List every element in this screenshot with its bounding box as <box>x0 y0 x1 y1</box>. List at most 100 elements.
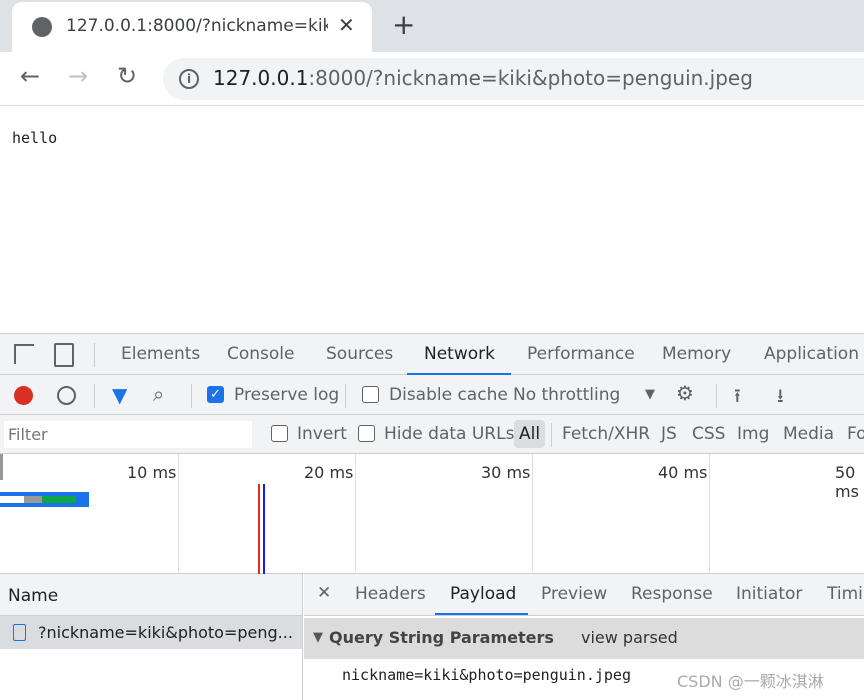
globe-icon <box>32 17 52 37</box>
bar-waiting <box>42 496 76 503</box>
tab-strip: 127.0.0.1:8000/?nickname=kiki&photo=peng… <box>0 0 864 52</box>
tab-initiator[interactable]: Initiator <box>736 584 802 604</box>
url-path: :8000/?nickname=kiki&photo=penguin.jpeg <box>308 66 753 90</box>
clear-icon[interactable] <box>57 386 76 405</box>
type-filter-font[interactable]: Fo <box>847 424 864 444</box>
preserve-log-checkbox[interactable]: ✓ <box>207 386 224 403</box>
divider <box>94 384 95 408</box>
tab-network[interactable]: Network <box>424 344 495 364</box>
divider <box>716 384 717 408</box>
name-header-label: Name <box>8 586 59 606</box>
divider <box>345 384 346 408</box>
invert-checkbox[interactable] <box>271 425 288 442</box>
filter-bar: Invert Hide data URLs All Fetch/XHR JS C… <box>0 415 864 454</box>
tick-label: 10 ms <box>127 463 177 482</box>
invert-label: Invert <box>297 424 347 444</box>
details-tabs: ✕ Headers Payload Preview Response Initi… <box>304 574 864 616</box>
type-filter-img[interactable]: Img <box>737 424 769 444</box>
type-filter-fetch-xhr[interactable]: Fetch/XHR <box>562 424 650 444</box>
view-parsed-toggle[interactable]: view parsed <box>581 628 678 647</box>
tab-elements[interactable]: Elements <box>121 344 200 364</box>
query-string-section-header[interactable]: ▼ Query String Parameters view parsed <box>304 618 864 659</box>
network-toolbar: ▼ ⌕ ✓ Preserve log Disable cache No thro… <box>0 375 864 415</box>
back-button[interactable]: ← <box>20 62 40 90</box>
triangle-down-icon: ▼ <box>313 630 323 645</box>
tick-label: 40 ms <box>658 463 708 482</box>
info-icon[interactable]: i <box>179 69 199 89</box>
inspect-element-icon[interactable] <box>14 344 34 364</box>
close-tab-icon[interactable]: ✕ <box>338 13 355 37</box>
request-row[interactable]: ?nickname=kiki&photo=peng... <box>0 616 302 649</box>
request-list: Name ?nickname=kiki&photo=peng... <box>0 574 303 700</box>
devtools-tabs: Elements Console Sources Network Perform… <box>0 334 864 375</box>
tab-performance[interactable]: Performance <box>527 344 635 364</box>
throttling-select[interactable]: No throttling <box>513 385 620 405</box>
tab-timing[interactable]: Timi <box>827 584 863 604</box>
device-toolbar-icon[interactable] <box>54 343 74 367</box>
name-column-header[interactable]: Name <box>0 574 302 616</box>
divider <box>191 384 192 408</box>
load-event-line <box>258 484 260 574</box>
filter-icon[interactable]: ▼ <box>112 383 127 407</box>
request-name: ?nickname=kiki&photo=peng... <box>38 623 293 642</box>
tab-title: 127.0.0.1:8000/?nickname=kiki&photo=peng… <box>66 16 328 36</box>
disable-cache-label: Disable cache <box>389 385 508 405</box>
active-tab-indicator <box>435 613 528 615</box>
search-icon[interactable]: ⌕ <box>153 382 164 406</box>
domcontentloaded-line <box>263 484 265 574</box>
tick-label: 50 ms <box>835 463 859 501</box>
type-filter-js[interactable]: JS <box>661 424 677 444</box>
tick-label: 30 ms <box>481 463 531 482</box>
request-bar <box>0 492 89 507</box>
network-overview[interactable]: 10 ms 20 ms 30 ms 40 ms 50 ms <box>0 454 864 574</box>
tick-label: 20 ms <box>304 463 354 482</box>
type-filter-css[interactable]: CSS <box>692 424 725 444</box>
bar-queue <box>0 496 24 503</box>
preserve-log-label: Preserve log <box>234 385 340 405</box>
forward-button[interactable]: → <box>68 62 88 90</box>
grid-line <box>355 454 356 574</box>
tab-preview[interactable]: Preview <box>541 584 607 604</box>
query-string-value: nickname=kiki&photo=penguin.jpeg <box>342 666 631 684</box>
chevron-down-icon[interactable]: ▼ <box>645 387 655 402</box>
address-bar[interactable]: i 127.0.0.1:8000/?nickname=kiki&photo=pe… <box>163 58 864 100</box>
filter-input[interactable] <box>4 421 252 448</box>
devtools-panel: Elements Console Sources Network Perform… <box>0 333 864 700</box>
tab-sources[interactable]: Sources <box>326 344 393 364</box>
navigation-bar: ← → ↻ i 127.0.0.1:8000/?nickname=kiki&ph… <box>0 52 864 106</box>
upload-icon[interactable]: ⭱ <box>734 382 741 414</box>
tab-response[interactable]: Response <box>631 584 713 604</box>
network-conditions-icon[interactable]: ⚙ <box>676 381 694 405</box>
close-details-icon[interactable]: ✕ <box>317 583 331 603</box>
grid-line <box>178 454 179 574</box>
tab-memory[interactable]: Memory <box>662 344 731 364</box>
divider <box>551 423 552 447</box>
request-details: ✕ Headers Payload Preview Response Initi… <box>304 574 864 700</box>
new-tab-button[interactable]: + <box>392 8 415 41</box>
tab-application[interactable]: Application <box>764 344 859 364</box>
divider <box>94 343 95 367</box>
download-icon[interactable]: ⭳ <box>777 382 784 414</box>
disable-cache-checkbox[interactable] <box>362 386 379 403</box>
type-filter-all[interactable]: All <box>514 420 546 448</box>
watermark: CSDN @一颗冰淇淋 <box>677 672 824 691</box>
grid-line <box>532 454 533 574</box>
page-text: hello <box>12 129 58 147</box>
hide-data-urls-label: Hide data URLs <box>384 424 515 444</box>
document-icon <box>13 624 26 641</box>
hide-data-urls-checkbox[interactable] <box>358 425 375 442</box>
tab-payload[interactable]: Payload <box>450 584 516 604</box>
overview-handle[interactable] <box>0 454 3 480</box>
url-host: 127.0.0.1 <box>213 66 309 90</box>
bar-stalled <box>24 496 42 503</box>
tab-console[interactable]: Console <box>227 344 295 364</box>
bottom-pane: Name ?nickname=kiki&photo=peng... ✕ Head… <box>0 574 864 700</box>
tab-headers[interactable]: Headers <box>355 584 426 604</box>
record-icon[interactable] <box>14 386 33 405</box>
reload-button[interactable]: ↻ <box>117 62 137 90</box>
browser-tab[interactable]: 127.0.0.1:8000/?nickname=kiki&photo=peng… <box>12 2 372 52</box>
url-text[interactable]: 127.0.0.1:8000/?nickname=kiki&photo=peng… <box>213 66 753 90</box>
section-title: Query String Parameters <box>329 628 554 647</box>
grid-line <box>709 454 710 574</box>
type-filter-media[interactable]: Media <box>783 424 834 444</box>
